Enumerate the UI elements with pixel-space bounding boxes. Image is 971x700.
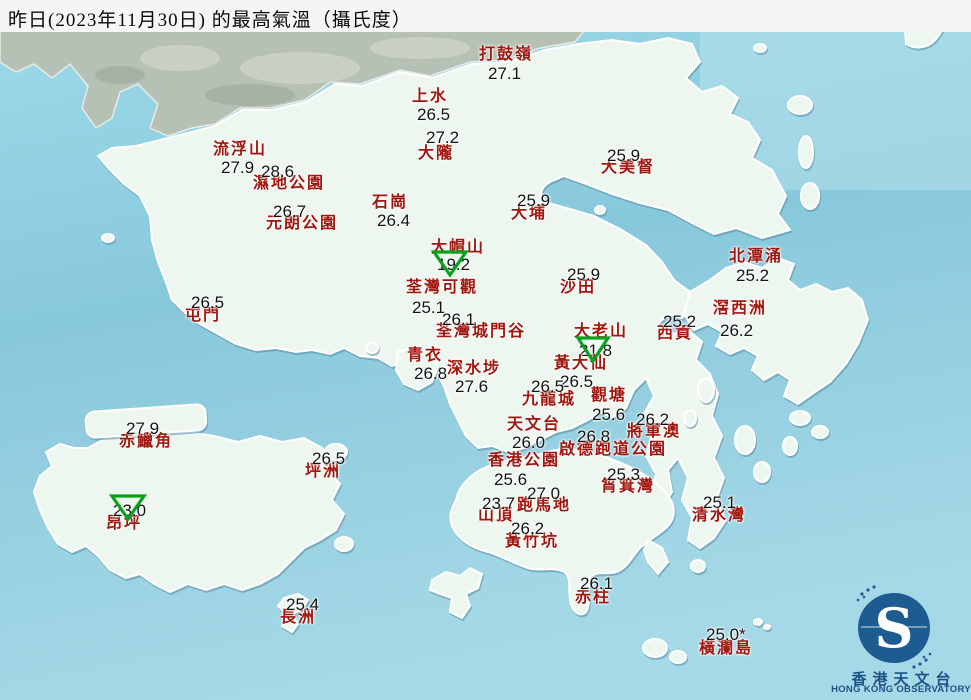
station-name: 深水埗: [447, 360, 502, 377]
station-value: 26.2: [636, 410, 670, 429]
station-value: 27.6: [455, 377, 489, 396]
station-value: 27.2: [426, 128, 460, 147]
station-value: 23.7: [482, 494, 516, 513]
station-name: 上水: [412, 88, 449, 105]
station-value: 25.2: [736, 266, 770, 285]
station-value: 25.2: [663, 312, 697, 331]
station-value: 26.5: [312, 449, 346, 468]
station-value: 26.7: [273, 202, 307, 221]
ma-wan-island: [365, 342, 379, 354]
station-name: 大隴: [418, 145, 455, 162]
hko-s-symbol: S: [875, 596, 914, 660]
hko-logo-text-en: HONG KONG OBSERVATORY: [831, 684, 971, 695]
station-value: 27.1: [488, 64, 522, 83]
station-value: 26.5: [191, 293, 225, 312]
station-name: 大帽山: [431, 239, 486, 256]
lung-kwu-chau-island: [101, 233, 115, 243]
station-value: 26.5: [560, 372, 594, 391]
hei-ling-chau-island: [334, 536, 354, 552]
station-value: 19.2: [437, 255, 471, 274]
station-name: 荃灣可觀: [406, 279, 479, 296]
station-value: 25.9: [517, 191, 551, 210]
station-name: 啟德跑道公園: [559, 441, 668, 458]
station-value: 25.6: [494, 470, 528, 489]
station-value: 26.2: [511, 519, 545, 538]
hong-kong-map: [0, 0, 971, 700]
station-value: 26.5: [417, 105, 451, 124]
station-value: 26.0: [512, 433, 546, 452]
station-name: 北潭涌: [729, 248, 784, 265]
station-value: 25.9: [567, 265, 601, 284]
station-name: 香港公園: [488, 452, 561, 469]
station-value: 25.4: [286, 595, 320, 614]
station-name: 大老山: [574, 323, 629, 340]
station-value: 25.6: [592, 405, 626, 424]
station-name: 青衣: [407, 347, 444, 364]
station-value: 25.9: [607, 146, 641, 165]
station-value: 26.1: [442, 310, 476, 329]
station-name: 滘西洲: [713, 300, 768, 317]
station-value: 28.6: [261, 162, 295, 181]
station-value: 25.0*: [706, 625, 746, 644]
station-value: 27.9: [221, 158, 255, 177]
station-value: 23.0: [113, 501, 147, 520]
station-value: 27.9: [126, 419, 160, 438]
station-value: 26.5: [531, 377, 565, 396]
station-name: 觀塘: [591, 387, 628, 404]
station-value: 26.1: [580, 574, 614, 593]
station-value: 26.4: [377, 211, 411, 230]
station-value: 26.2: [720, 321, 754, 340]
station-value: 25.1: [703, 493, 737, 512]
station-name: 流浮山: [213, 141, 268, 158]
page-title: 昨日(2023年11月30日) 的最高氣溫（攝氏度）: [8, 10, 412, 31]
tolo-islet: [594, 205, 606, 215]
station-value: 26.8: [414, 364, 448, 383]
station-value: 26.8: [577, 427, 611, 446]
station-value: 25.1: [412, 298, 446, 317]
station-name: 打鼓嶺: [479, 46, 534, 63]
station-name: 黃大仙: [554, 355, 609, 372]
station-value: 27.0: [527, 484, 561, 503]
station-name: 石崗: [372, 194, 409, 211]
station-value: 25.3: [607, 465, 641, 484]
station-name: 天文台: [507, 416, 562, 433]
